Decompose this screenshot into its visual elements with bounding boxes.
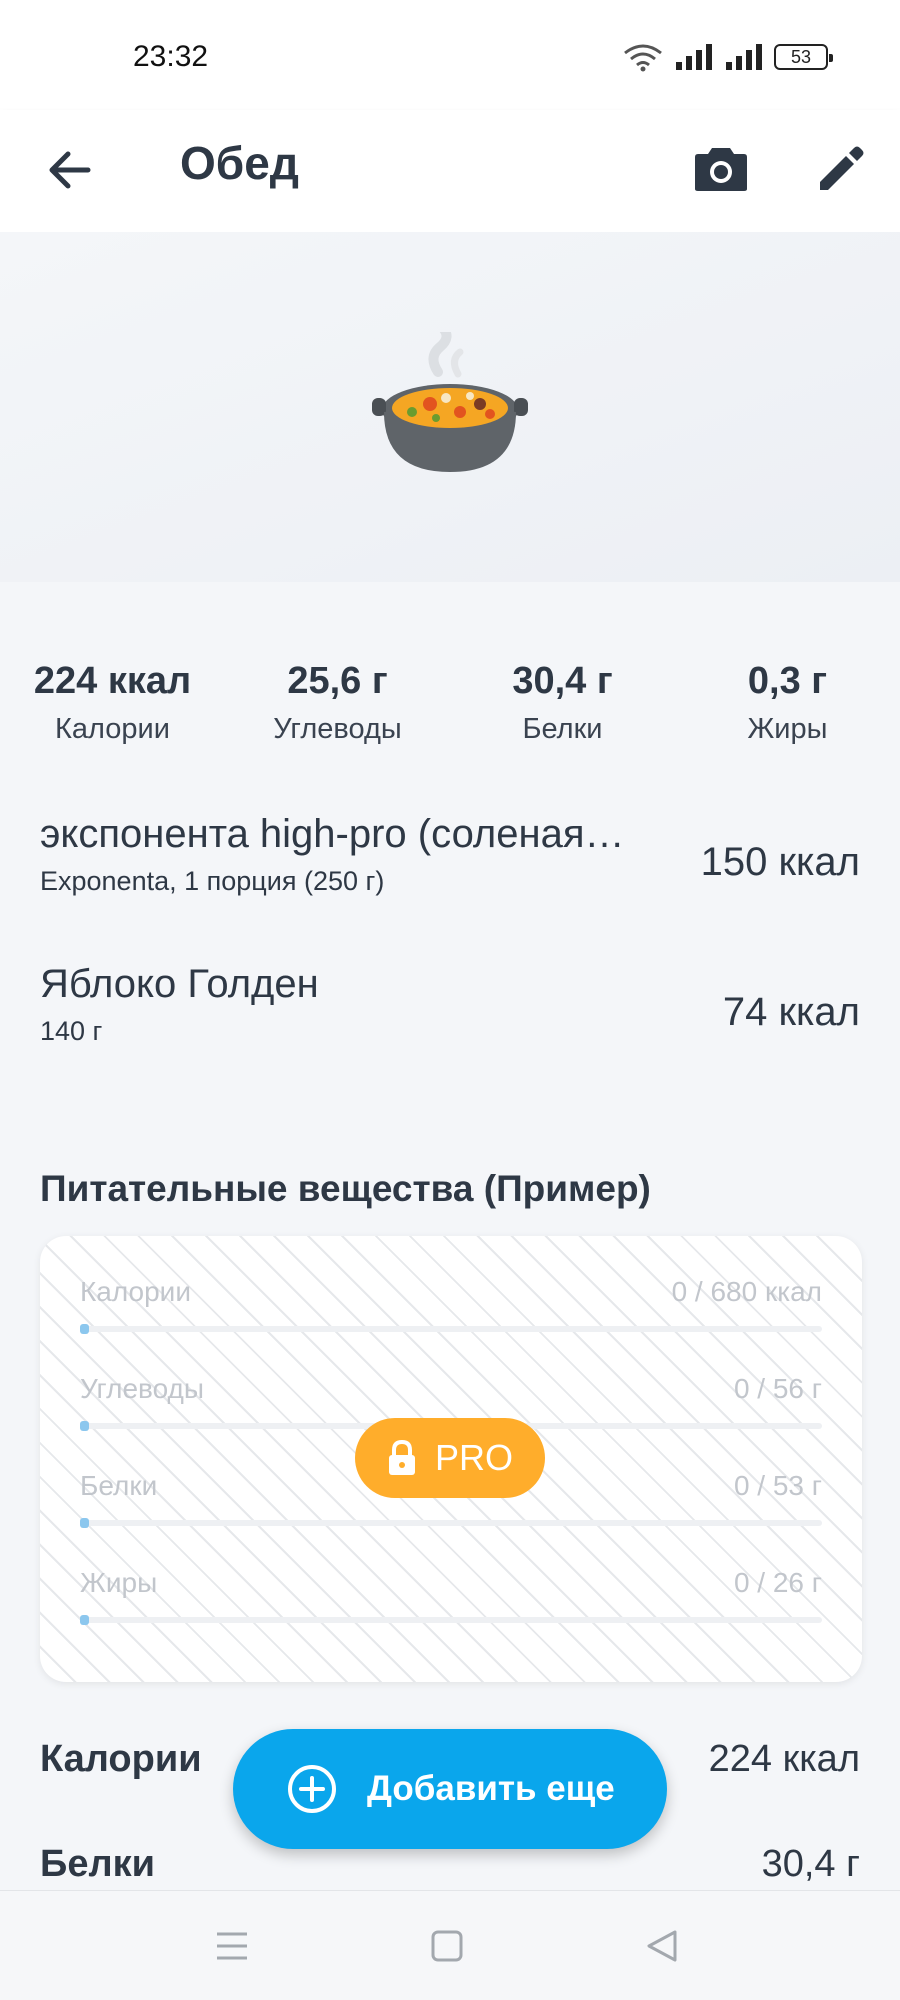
summary-label: Углеводы — [273, 713, 402, 745]
add-more-label: Добавить еще — [367, 1769, 615, 1808]
wifi-icon — [624, 44, 662, 72]
menu-icon — [217, 1932, 247, 1960]
nutrients-card: Калории 0 / 680 ккал Углеводы 0 / 56 г Б… — [40, 1236, 862, 1682]
meal-hero — [0, 232, 900, 582]
page-title: Обед — [180, 137, 299, 189]
food-name: Яблоко Голден — [40, 962, 319, 1006]
pro-label: PRO — [434, 1437, 513, 1478]
camera-button[interactable] — [690, 138, 752, 200]
totals-label: Белки — [40, 1843, 155, 1885]
status-time: 23:32 — [133, 40, 209, 73]
totals-value: 224 ккал — [708, 1738, 860, 1780]
arrow-left-icon — [49, 151, 91, 189]
food-kcal: 74 ккал — [722, 990, 860, 1034]
summary-value: 224 ккал — [33, 660, 192, 702]
food-item[interactable]: Яблоко Голден 140 г 74 ккал — [40, 962, 860, 1072]
cooking-pot-icon — [372, 332, 528, 472]
nutrient-progress-fill — [80, 1518, 89, 1528]
summary-calories: 224 ккал Калории — [0, 660, 225, 746]
nutrient-label: Жиры — [80, 1567, 158, 1598]
nutrient-row: Жиры 0 / 26 г — [80, 1567, 822, 1637]
summary-label: Калории — [55, 713, 170, 745]
summary-protein: 30,4 г Белки — [450, 660, 675, 746]
battery-icon: 53 — [774, 44, 833, 70]
summary-carbs: 25,6 г Углеводы — [225, 660, 450, 746]
nav-back-button[interactable] — [637, 1921, 687, 1971]
pencil-icon — [820, 146, 864, 190]
nutrient-progress-track — [80, 1324, 822, 1334]
food-detail: 140 г — [40, 1016, 103, 1046]
add-more-button[interactable]: Добавить еще — [233, 1729, 667, 1849]
pro-unlock-button[interactable]: PRO — [355, 1418, 545, 1498]
nutrient-value: 0 / 56 г — [733, 1373, 822, 1404]
nutrient-progress-track — [80, 1615, 822, 1625]
system-nav-bar — [0, 1890, 900, 2000]
home-square-icon — [431, 1930, 463, 1962]
food-item[interactable]: экспонента high-pro (соленая… Exponenta,… — [40, 812, 860, 922]
battery-level: 53 — [790, 46, 812, 67]
summary-fat: 0,3 г Жиры — [675, 660, 900, 746]
food-name: экспонента high-pro (соленая… — [40, 812, 625, 856]
nutrient-progress-fill — [80, 1421, 89, 1431]
back-triangle-icon — [647, 1930, 677, 1962]
summary-value: 0,3 г — [747, 660, 828, 702]
nutrient-row: Калории 0 / 680 ккал — [80, 1276, 822, 1346]
signal-icon — [676, 44, 712, 70]
food-detail: Exponenta, 1 порция (250 г) — [40, 866, 385, 896]
status-icons: 53 — [622, 42, 833, 72]
summary-label: Белки — [522, 713, 603, 745]
plus-circle-icon — [288, 1765, 336, 1813]
totals-label: Калории — [40, 1738, 202, 1780]
summary-value: 25,6 г — [287, 660, 388, 702]
nutrient-progress-fill — [80, 1324, 89, 1334]
nutrient-value: 0 / 680 ккал — [671, 1276, 822, 1307]
nutrient-label: Калории — [80, 1276, 191, 1307]
nutrient-value: 0 / 53 г — [733, 1470, 822, 1501]
food-kcal: 150 ккал — [700, 840, 860, 884]
macro-summary: 224 ккал Калории 25,6 г Углеводы 30,4 г … — [0, 660, 900, 746]
totals-value: 30,4 г — [761, 1843, 860, 1885]
nutrient-value: 0 / 26 г — [733, 1567, 822, 1598]
lock-icon — [388, 1440, 415, 1475]
status-bar: 23:32 53 — [0, 0, 900, 110]
edit-button[interactable] — [810, 138, 872, 200]
nutrient-label: Белки — [80, 1470, 158, 1501]
nutrients-title: Питательные вещества (Пример) — [40, 1168, 651, 1209]
signal-icon-2 — [726, 44, 762, 70]
camera-icon — [695, 148, 747, 191]
back-button[interactable] — [40, 140, 100, 200]
nutrient-label: Углеводы — [80, 1373, 205, 1404]
nutrient-progress-track — [80, 1518, 822, 1528]
nav-home-button[interactable] — [422, 1921, 472, 1971]
nutrient-progress-fill — [80, 1615, 89, 1625]
summary-label: Жиры — [747, 713, 828, 745]
summary-value: 30,4 г — [512, 660, 613, 702]
nav-menu-button[interactable] — [207, 1921, 257, 1971]
app-bar: Обед — [0, 110, 900, 232]
